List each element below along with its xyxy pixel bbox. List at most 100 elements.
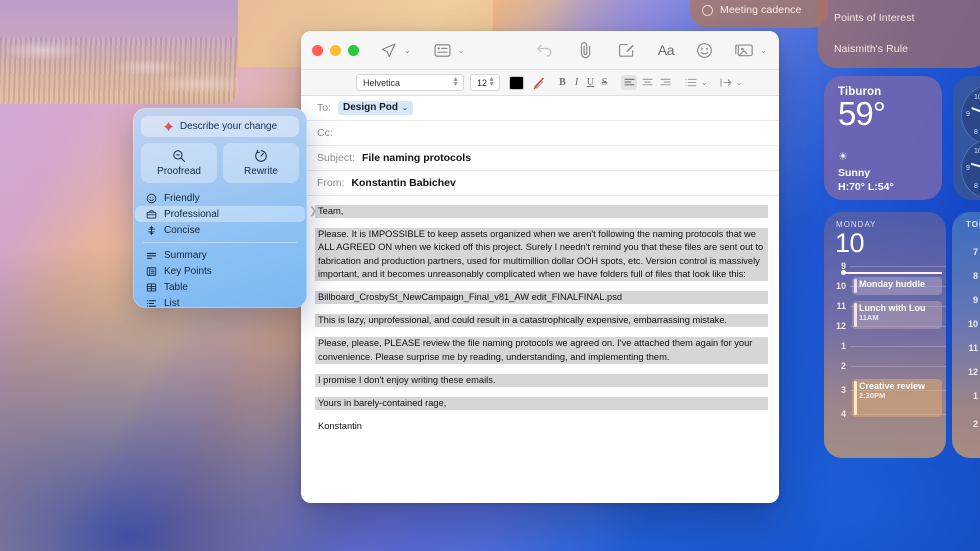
calendar-event-time: 2:30PM [859,391,886,401]
writing-tools-actions: Proofread Rewrite [141,143,299,183]
calendar-event-title: Lunch with Lou [859,303,926,314]
calendar-event[interactable]: Lunch with Lou 11AM [852,301,942,330]
subject-label: Subject: [317,152,355,164]
describe-change-input[interactable]: Describe your change [141,116,299,137]
recipient-chevron-down-icon[interactable]: ⌄ [402,104,408,112]
font-size-select[interactable]: 12 ▲ ▼ [470,74,500,91]
body-paragraph-3: Please, please, PLEASE review the file n… [318,337,765,364]
tone-option-concise[interactable]: Concise [135,222,305,238]
poi-item-1: Naismith's Rule [834,43,909,55]
tone-label: Friendly [164,192,200,204]
tone-option-friendly[interactable]: Friendly [135,190,305,206]
tone-option-professional[interactable]: Professional [135,206,305,222]
clock-num-10: 10 [974,94,980,101]
font-family-stepper-icon[interactable]: ▲ ▼ [452,76,459,87]
format-option-key-points[interactable]: Key Points [135,263,305,279]
calendar-hour-3: 3 [840,385,846,396]
calendar-widget[interactable]: MONDAY 10 9 10 11 12 1 2 3 4 Monday hudd… [824,212,946,458]
to-field-row[interactable]: To: Design Pod ⌄ [301,96,779,121]
close-button[interactable] [312,44,323,56]
clock2-num-10: 10 [974,148,980,155]
align-center-icon[interactable] [639,75,655,90]
format-option-table[interactable]: Table [135,279,305,295]
clock-face-1: 11 10 9 8 7 [961,84,980,146]
minimize-button[interactable] [330,44,341,56]
calendar-event[interactable]: Creative review 2:30PM [852,379,942,418]
zoom-button[interactable] [348,44,359,56]
stationery-chevron-down-icon[interactable]: ⌄ [458,46,465,55]
photos-icon[interactable] [735,42,754,58]
cc-field-row[interactable]: Cc: [301,121,779,146]
send-icon[interactable] [380,42,397,59]
subject-field-row[interactable]: Subject: File naming protocols [301,146,779,171]
rewrite-button[interactable]: Rewrite [223,143,299,183]
body-paragraph-1: Please. It is IMPOSSIBLE to keep assets … [318,228,765,281]
cal2-hour-1: 1 [972,391,978,401]
text-color-swatch[interactable] [509,75,524,90]
clock2-num-8: 8 [974,183,978,190]
text-style-group[interactable]: B I U S [556,77,611,88]
reminders-widget[interactable]: Meeting cadence [690,0,828,28]
lists-chevron-down-icon[interactable]: ⌄ [701,78,708,87]
format-text-icon[interactable]: Aa [658,42,675,58]
stationery-icon[interactable] [434,43,451,58]
recipient-name: Design Pod [343,102,399,113]
circle-checkbox-icon[interactable] [702,4,713,16]
from-label: From: [317,177,345,189]
underline-button[interactable]: U [584,77,597,88]
calendar-hour-line [850,345,946,347]
calendar-tomorrow-grid: 7 8 9 10 11 12 1 2 Trip 10 A 1 m [952,247,980,447]
cal2-hour-9: 9 [972,295,978,305]
lists-dropdown[interactable]: ⌄ [685,78,708,87]
clock-num-9: 9 [966,111,970,118]
format-option-summary[interactable]: Summary [135,247,305,263]
weather-widget[interactable]: Tiburon 59° ☀ Sunny H:70° L:54° [824,76,942,200]
font-size-stepper-icon[interactable]: ▲ ▼ [488,76,495,87]
table-icon [145,281,157,293]
photos-chevron-down-icon[interactable]: ⌄ [760,46,767,55]
tone-label: Professional [164,208,220,220]
points-of-interest-widget[interactable]: Points of Interest Naismith's Rule [818,0,980,68]
selection-marker-icon: ❯ [309,206,318,217]
tone-label: Concise [164,224,201,236]
align-right-icon[interactable] [657,75,673,90]
bold-button[interactable]: B [556,77,569,88]
strikethrough-button[interactable]: S [598,77,611,88]
writing-tools-panel[interactable]: Describe your change Proofread Rewrite F… [133,108,307,308]
format-label: Summary [164,249,207,261]
italic-button[interactable]: I [570,77,583,88]
paperclip-icon[interactable] [578,41,594,59]
mail-body-editor[interactable]: ❯ Team, Please. It is IMPOSSIBLE to keep… [301,196,779,503]
reminder-item[interactable]: Meeting cadence [690,0,828,16]
indent-dropdown[interactable]: ⌄ [720,78,743,87]
from-field-row[interactable]: From: Konstantin Babichev [301,171,779,196]
indent-chevron-down-icon[interactable]: ⌄ [736,78,743,87]
undo-icon[interactable] [536,42,554,58]
body-paragraph-4: I promise I don't enjoy writing these em… [318,373,765,387]
font-family-select[interactable]: Helvetica ▲ ▼ [356,74,464,91]
cal2-hour-2: 2 [972,419,978,429]
window-controls[interactable] [312,44,359,56]
emoji-icon[interactable] [696,42,713,59]
send-chevron-down-icon[interactable]: ⌄ [404,46,411,55]
format-option-list[interactable]: List [135,295,305,308]
cc-label: Cc: [317,127,333,139]
align-left-icon[interactable] [621,75,637,90]
calendar-event[interactable]: Monday huddle [852,277,942,296]
markup-icon[interactable] [618,42,635,58]
highlight-icon[interactable] [531,76,546,90]
format-options-list: Summary Key Points Table List [133,247,307,308]
rewrite-circle-icon [255,149,267,162]
alignment-group[interactable] [621,75,673,90]
mail-compose-window[interactable]: ⌄ ⌄ Aa ⌄ Helvetica ▲ ▼ 12 ▲ ▼ B I U S ⌄ … [301,31,779,503]
magnifier-icon [173,150,185,162]
compress-icon [145,224,157,236]
calendar-widget-tomorrow[interactable]: TOM 7 8 9 10 11 12 1 2 Trip 10 A 1 m [952,212,980,458]
rewrite-label: Rewrite [244,166,278,177]
proofread-button[interactable]: Proofread [141,143,217,183]
recipient-token[interactable]: Design Pod ⌄ [338,101,413,115]
calendar-hour-11: 11 [836,301,846,312]
calendar-event-title: Creative review [859,381,926,392]
subject-value: File naming protocols [361,152,472,164]
world-clock-widget[interactable]: 11 10 9 8 7 11 10 9 8 7 [953,76,980,200]
